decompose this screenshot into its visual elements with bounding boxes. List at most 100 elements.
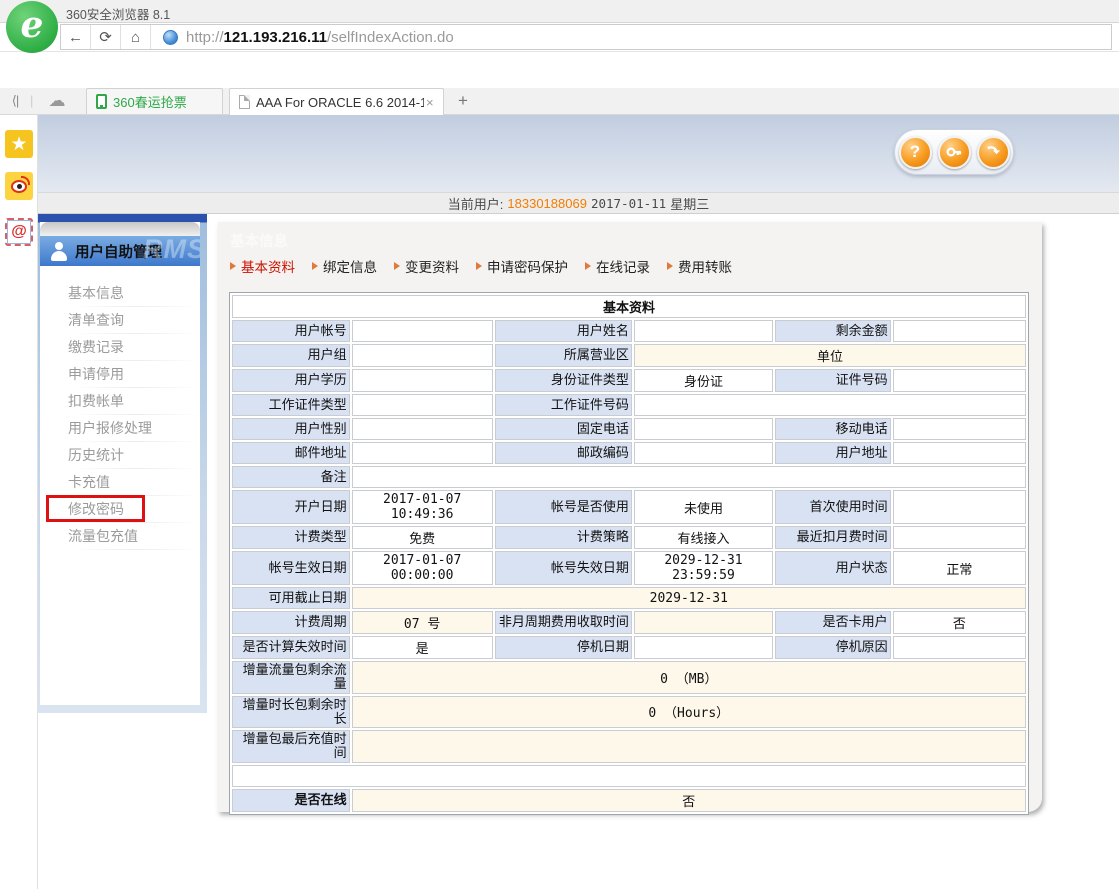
field-label: 用户性别 (232, 418, 350, 440)
field-value (893, 526, 1026, 549)
field-value (893, 490, 1026, 524)
sidebar-item-label: 基本信息 (68, 285, 124, 301)
browser-titlebar: 360安全浏览器 8.1 (0, 0, 1119, 23)
field-label: 固定电话 (495, 418, 632, 440)
tab-360-ticket[interactable]: 360春运抢票 (86, 88, 223, 114)
sidebar-item-repair-handling[interactable]: 用户报修处理 (40, 415, 200, 442)
field-value (232, 765, 1026, 787)
field-label: 停机原因 (775, 636, 891, 659)
sidebar-item-label: 用户报修处理 (68, 420, 152, 436)
sidebar: 用户自助管理 RMS 基本信息清单查询缴费记录申请停用扣费帐单用户报修处理历史统… (38, 214, 207, 713)
sidebar-item-label: 流量包充值 (68, 528, 138, 544)
table-row: 可用截止日期2029-12-31 (232, 587, 1026, 609)
field-value (352, 394, 493, 416)
sidebar-item-apply-suspend[interactable]: 申请停用 (40, 361, 200, 388)
site-globe-icon (163, 30, 178, 45)
field-value (352, 442, 493, 464)
sidebar-item-label: 申请停用 (68, 366, 124, 382)
field-label: 计费策略 (495, 526, 632, 549)
field-value: 2017-01-07 00:00:00 (352, 551, 493, 585)
sidebar-item-label: 缴费记录 (68, 339, 124, 355)
field-label: 用户地址 (775, 442, 891, 464)
field-value (634, 418, 773, 440)
collapse-tabs-icon[interactable]: ⟨| (0, 87, 30, 114)
sidebar-header: 用户自助管理 RMS (40, 236, 200, 266)
field-label: 首次使用时间 (775, 490, 891, 524)
sidebar-item-card-recharge[interactable]: 卡充值 (40, 469, 200, 496)
current-user-label: 当前用户: (448, 194, 504, 213)
field-value: 否 (352, 789, 1026, 812)
field-value: 单位 (634, 344, 1026, 367)
field-label: 帐号生效日期 (232, 551, 350, 585)
nav-tab-binding-info[interactable]: 绑定信息 (312, 256, 377, 276)
field-label: 可用截止日期 (232, 587, 350, 609)
new-tab-button[interactable]: + (450, 88, 476, 114)
field-label: 最近扣月费时间 (775, 526, 891, 549)
sidebar-item-payment-records[interactable]: 缴费记录 (40, 334, 200, 361)
sidebar-item-basic-info[interactable]: 基本信息 (40, 280, 200, 307)
key-button[interactable] (938, 136, 971, 169)
weibo-icon[interactable] (5, 172, 33, 200)
user-icon (49, 241, 69, 261)
address-bar[interactable]: ← ⟳ ⌂ http://121.193.216.11/selfIndexAct… (60, 24, 1112, 50)
exit-arrow-icon (984, 143, 1002, 161)
home-icon[interactable]: ⌂ (121, 25, 151, 49)
favorites-star-icon[interactable]: ★ (5, 130, 33, 158)
close-icon[interactable]: × (426, 95, 434, 110)
field-label: 开户日期 (232, 490, 350, 524)
refresh-icon[interactable]: ⟳ (91, 25, 121, 49)
field-value (893, 369, 1026, 392)
web-page: ? 当前用户: 18330188069 2017-01-11 星期三 用户自助管… (38, 115, 1119, 889)
nav-tab-change-profile[interactable]: 变更资料 (394, 256, 459, 276)
nav-tab-basic-profile[interactable]: 基本资料 (230, 256, 295, 276)
field-label: 非月周期费用收取时间 (495, 611, 632, 634)
back-icon[interactable]: ← (61, 25, 91, 49)
table-row: 用户帐号用户姓名剩余金额 (232, 320, 1026, 342)
cloud-sync-icon[interactable]: ☁ (38, 87, 76, 114)
logout-button[interactable] (977, 136, 1010, 169)
mail-stamp-icon[interactable]: @ (5, 218, 33, 246)
arrow-icon (585, 262, 591, 270)
field-label: 移动电话 (775, 418, 891, 440)
table-row: 用户性别 固定电话 移动电话 (232, 418, 1026, 440)
sidebar-item-label: 卡充值 (68, 474, 110, 490)
field-value (352, 730, 1026, 763)
tabbar-separator: | (30, 87, 38, 114)
sidebar-item-history-stats[interactable]: 历史统计 (40, 442, 200, 469)
tab-bar: ⟨| | ☁ 360春运抢票 AAA For ORACLE 6.6 2014-1… (0, 88, 1119, 115)
nav-tab-label: 费用转账 (678, 256, 732, 276)
sidebar-item-label: 清单查询 (68, 312, 124, 328)
browser-logo-icon[interactable]: e (6, 1, 58, 53)
field-value (352, 369, 493, 392)
favorites-strip: ★ @ (0, 115, 38, 889)
tab-aaa-oracle[interactable]: AAA For ORACLE 6.6 2014-12 × (229, 88, 444, 115)
field-label: 用户组 (232, 344, 350, 367)
sidebar-item-data-package-recharge[interactable]: 流量包充值 (40, 523, 200, 550)
nav-tab-label: 申请密码保护 (487, 256, 568, 276)
field-value (352, 320, 493, 342)
field-label: 是否卡用户 (775, 611, 891, 634)
field-value: 2029-12-31 23:59:59 (634, 551, 773, 585)
nav-tab-label: 绑定信息 (323, 256, 377, 276)
nav-tab-online-records[interactable]: 在线记录 (585, 256, 650, 276)
sidebar-item-deduction-bills[interactable]: 扣费帐单 (40, 388, 200, 415)
current-user-bar: 当前用户: 18330188069 2017-01-11 星期三 (38, 192, 1119, 214)
table-row: 增量包最后充值时间 (232, 730, 1026, 763)
url-text[interactable]: http://121.193.216.11/selfIndexAction.do (186, 29, 454, 46)
phone-icon (96, 94, 107, 109)
sidebar-item-list-query[interactable]: 清单查询 (40, 307, 200, 334)
nav-tab-password-protect[interactable]: 申请密码保护 (476, 256, 568, 276)
table-row: 用户组所属营业区单位 (232, 344, 1026, 367)
field-value: 2029-12-31 (352, 587, 1026, 609)
field-label: 工作证件类型 (232, 394, 350, 416)
nav-tab-label: 在线记录 (596, 256, 650, 276)
sidebar-item-change-password[interactable]: 修改密码 (40, 496, 200, 523)
nav-tab-fee-transfer[interactable]: 费用转账 (667, 256, 732, 276)
help-button[interactable]: ? (899, 136, 932, 169)
sidebar-menu: 基本信息清单查询缴费记录申请停用扣费帐单用户报修处理历史统计卡充值修改密码流量包… (40, 266, 200, 550)
field-value (352, 466, 1026, 488)
header-button-pill: ? (894, 129, 1014, 175)
window-title: 360安全浏览器 8.1 (66, 4, 170, 23)
browser-toolbar: ← ⟳ ⌂ http://121.193.216.11/selfIndexAct… (0, 23, 1119, 52)
table-row (232, 765, 1026, 787)
